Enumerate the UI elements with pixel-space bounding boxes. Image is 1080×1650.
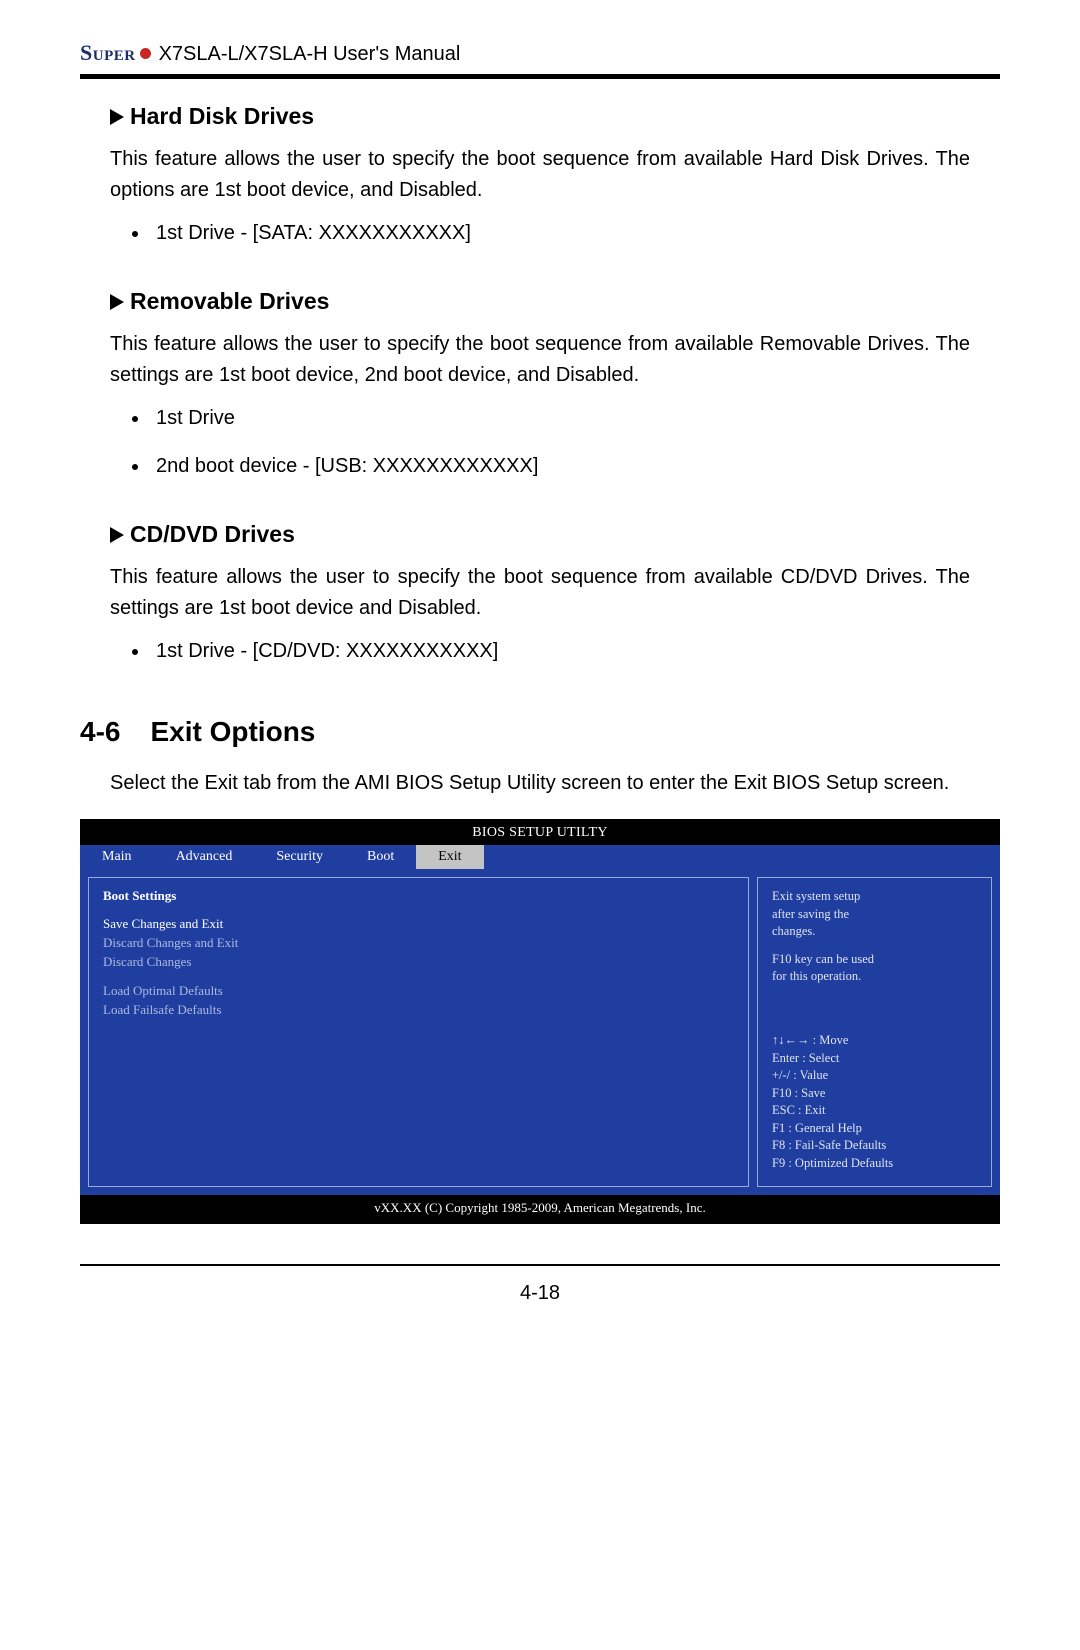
section-desc-cddvd: This feature allows the user to specify … xyxy=(110,562,970,624)
chapter-title: Exit Options xyxy=(150,716,315,747)
triangle-right-icon xyxy=(110,527,126,543)
brand-dot-icon xyxy=(140,48,151,59)
bios-key-hint: F1 : General Help xyxy=(772,1120,977,1138)
list-item: 1st Drive - [SATA: XXXXXXXXXXX] xyxy=(150,218,970,248)
bios-panel-heading: Boot Settings xyxy=(103,888,734,904)
bios-tab-advanced[interactable]: Advanced xyxy=(154,845,255,869)
bios-help-line: F10 key can be used xyxy=(772,951,977,969)
bios-help-panel: Exit system setup after saving the chang… xyxy=(757,877,992,1187)
triangle-right-icon xyxy=(110,109,126,125)
bios-menu-item[interactable]: Save Changes and Exit xyxy=(103,916,734,932)
bios-help-line: Exit system setup xyxy=(772,888,977,906)
bios-menu-item[interactable]: Load Failsafe Defaults xyxy=(103,1002,734,1018)
bios-help-line: after saving the xyxy=(772,906,977,924)
footer-rule xyxy=(80,1264,1000,1266)
bios-help-line: for this operation. xyxy=(772,968,977,986)
bios-key-hint: ESC : Exit xyxy=(772,1102,977,1120)
page-header: Super X7SLA-L/X7SLA-H User's Manual xyxy=(80,40,1000,66)
chapter-number: 4-6 xyxy=(80,716,120,747)
list-item: 2nd boot device - [USB: XXXXXXXXXXXX] xyxy=(150,451,970,481)
bios-key-hint: +/-/ : Value xyxy=(772,1067,977,1085)
bios-tab-boot[interactable]: Boot xyxy=(345,845,416,869)
bios-menu-item[interactable]: Discard Changes xyxy=(103,954,734,970)
page-number: 4-18 xyxy=(80,1282,1000,1305)
section-desc-removable: This feature allows the user to specify … xyxy=(110,329,970,391)
bios-key-hint: Enter : Select xyxy=(772,1050,977,1068)
exit-desc: Select the Exit tab from the AMI BIOS Se… xyxy=(110,768,970,799)
bios-menu-item[interactable]: Load Optimal Defaults xyxy=(103,983,734,999)
section-heading-cddvd: CD/DVD Drives xyxy=(110,521,970,548)
list-item: 1st Drive - [CD/DVD: XXXXXXXXXXX] xyxy=(150,636,970,666)
bios-screenshot: BIOS SETUP UTILTY Main Advanced Security… xyxy=(80,819,1000,1224)
bios-key-hint: ↑↓←→ : Move xyxy=(772,1032,977,1050)
section-desc-hdd: This feature allows the user to specify … xyxy=(110,144,970,206)
bios-footer: vXX.XX (C) Copyright 1985-2009, American… xyxy=(80,1195,1000,1224)
list-item: 1st Drive xyxy=(150,403,970,433)
bios-tab-main[interactable]: Main xyxy=(80,845,154,869)
bios-tab-exit[interactable]: Exit xyxy=(416,845,483,869)
section-title: Hard Disk Drives xyxy=(130,103,314,130)
bios-help-line: changes. xyxy=(772,923,977,941)
bios-key-hint: F8 : Fail-Safe Defaults xyxy=(772,1137,977,1155)
bios-key-hint: F10 : Save xyxy=(772,1085,977,1103)
header-rule xyxy=(80,74,1000,79)
bios-tab-bar: Main Advanced Security Boot Exit xyxy=(80,845,1000,869)
bullet-list-cddvd: 1st Drive - [CD/DVD: XXXXXXXXXXX] xyxy=(110,636,970,666)
section-heading-hdd: Hard Disk Drives xyxy=(110,103,970,130)
bios-left-panel: Boot Settings Save Changes and Exit Disc… xyxy=(88,877,749,1187)
section-heading-removable: Removable Drives xyxy=(110,288,970,315)
brand-logo-text: Super xyxy=(80,40,136,66)
bullet-list-removable: 1st Drive 2nd boot device - [USB: XXXXXX… xyxy=(110,403,970,481)
section-title: CD/DVD Drives xyxy=(130,521,295,548)
bullet-list-hdd: 1st Drive - [SATA: XXXXXXXXXXX] xyxy=(110,218,970,248)
section-title: Removable Drives xyxy=(130,288,329,315)
manual-title: X7SLA-L/X7SLA-H User's Manual xyxy=(159,43,461,66)
bios-menu-item[interactable]: Discard Changes and Exit xyxy=(103,935,734,951)
bios-tab-security[interactable]: Security xyxy=(254,845,345,869)
bios-window-title: BIOS SETUP UTILTY xyxy=(80,819,1000,845)
bios-key-hint: F9 : Optimized Defaults xyxy=(772,1155,977,1173)
chapter-heading-exit: 4-6 Exit Options xyxy=(80,716,1000,748)
triangle-right-icon xyxy=(110,294,126,310)
